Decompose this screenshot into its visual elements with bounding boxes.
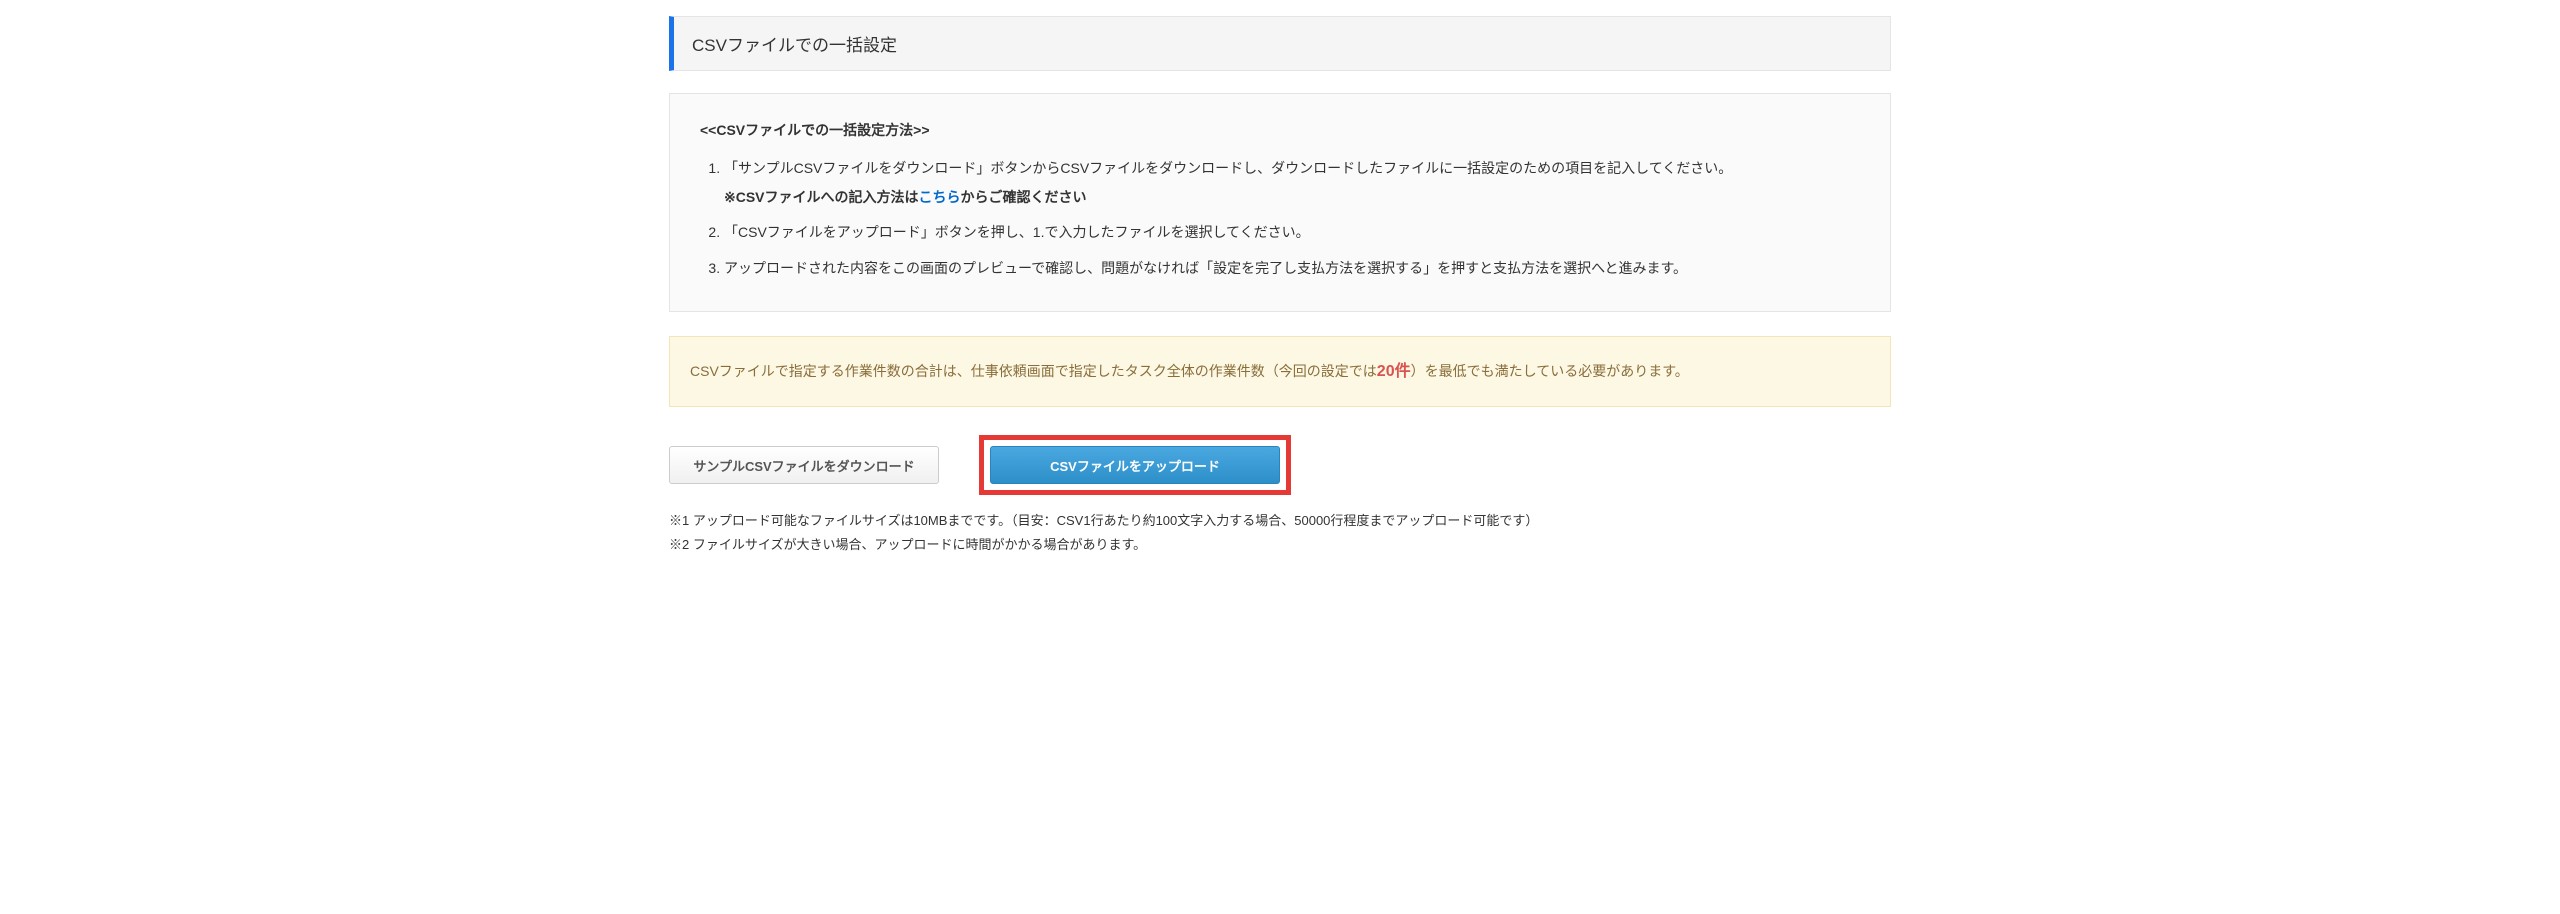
footnote-2: ※2 ファイルサイズが大きい場合、アップロードに時間がかかる場合があります。 (669, 533, 1891, 556)
step1-note: ※CSVファイルへの記入方法はこちらからご確認ください (724, 185, 1860, 210)
instruction-step-2: 「CSVファイルをアップロード」ボタンを押し、1.で入力したファイルを選択してく… (724, 220, 1860, 245)
step1-text: 「サンプルCSVファイルをダウンロード」ボタンからCSVファイルをダウンロードし… (724, 160, 1732, 176)
page-header: CSVファイルでの一括設定 (669, 16, 1891, 71)
step1-note-prefix: ※CSVファイルへの記入方法は (724, 189, 919, 205)
instructions-list: 「サンプルCSVファイルをダウンロード」ボタンからCSVファイルをダウンロードし… (700, 156, 1860, 281)
warning-prefix: CSVファイルで指定する作業件数の合計は、仕事依頼画面で指定したタスク全体の作業… (690, 363, 1377, 379)
instruction-step-3: アップロードされた内容をこの画面のプレビューで確認し、問題がなければ「設定を完了… (724, 256, 1860, 281)
warning-panel: CSVファイルで指定する作業件数の合計は、仕事依頼画面で指定したタスク全体の作業… (669, 336, 1891, 408)
instructions-panel: <<CSVファイルでの一括設定方法>> 「サンプルCSVファイルをダウンロード」… (669, 93, 1891, 312)
page-title: CSVファイルでの一括設定 (692, 31, 1872, 56)
footnotes: ※1 アップロード可能なファイルサイズは10MBまでです。（目安：CSV1行あた… (669, 509, 1891, 556)
upload-highlight-box: CSVファイルをアップロード (979, 435, 1291, 495)
upload-csv-button[interactable]: CSVファイルをアップロード (990, 446, 1280, 484)
main-container: CSVファイルでの一括設定 <<CSVファイルでの一括設定方法>> 「サンプルC… (669, 0, 1891, 556)
button-row: サンプルCSVファイルをダウンロード CSVファイルをアップロード (669, 435, 1891, 495)
warning-suffix: ）を最低でも満たしている必要があります。 (1411, 363, 1689, 379)
download-sample-button[interactable]: サンプルCSVファイルをダウンロード (669, 446, 939, 484)
csv-format-link[interactable]: こちら (919, 189, 961, 205)
instructions-title: <<CSVファイルでの一括設定方法>> (700, 120, 1860, 140)
instruction-step-1: 「サンプルCSVファイルをダウンロード」ボタンからCSVファイルをダウンロードし… (724, 156, 1860, 210)
step1-note-suffix: からご確認ください (961, 189, 1087, 205)
warning-count: 20件 (1377, 363, 1411, 380)
footnote-1: ※1 アップロード可能なファイルサイズは10MBまでです。（目安：CSV1行あた… (669, 509, 1891, 532)
